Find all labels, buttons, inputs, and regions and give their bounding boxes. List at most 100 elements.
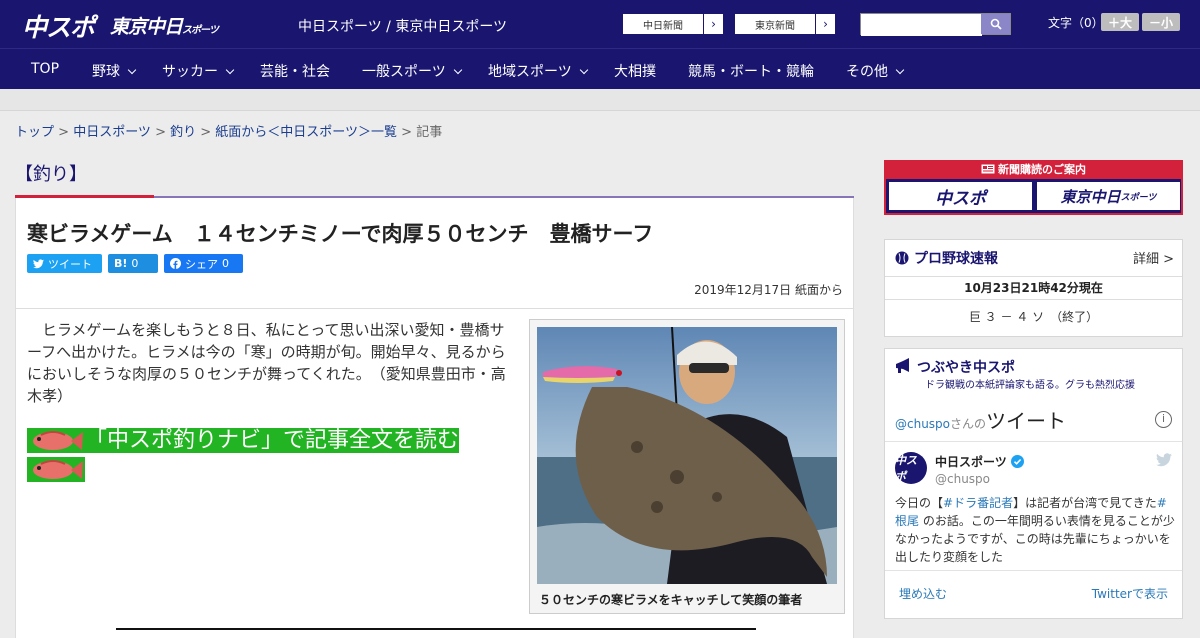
tokyo-chunichi-logo[interactable]: 東京中日スポーツ xyxy=(110,12,219,39)
search-input[interactable] xyxy=(861,16,982,36)
breadcrumb-top[interactable]: トップ xyxy=(15,125,54,140)
photo-caption: ５０センチの寒ビラメをキャッチして笑顔の筆者 xyxy=(539,593,803,607)
fishing-navi-link[interactable]: 「中スポ釣りナビ」で記事全文を読む xyxy=(27,426,502,484)
article-photo[interactable] xyxy=(537,327,837,584)
nav-general-sports-label: 一般スポーツ xyxy=(362,64,446,80)
nav-racing[interactable]: 競馬・ボート・競輪 xyxy=(688,61,814,81)
subscription-ad-title-text: 新聞購読のご案内 xyxy=(998,163,1086,176)
breadcrumb-chunichi-sports[interactable]: 中日スポーツ xyxy=(73,125,151,140)
breadcrumb: トップ > 中日スポーツ > 釣り > 紙面から＜中日スポーツ＞一覧 > 記事 xyxy=(15,121,442,140)
hatena-icon: B! xyxy=(114,257,128,270)
twitter-timeline-header: @chuspoさんのツイート xyxy=(895,405,1066,434)
twitter-account-handle[interactable]: @chuspo xyxy=(935,472,990,486)
embed-link[interactable]: 埋め込む xyxy=(899,585,947,602)
article-body: ヒラメゲームを楽しもうと８日、私にとって思い出深い愛知・豊橋サーフへ出かけた。ヒ… xyxy=(27,321,506,405)
tokyo-chunichi-logo-small: スポーツ xyxy=(182,25,219,36)
fishing-navi-highlight: 「中スポ釣りナビ」で記事全文を読む xyxy=(27,428,460,453)
nav-baseball-label: 野球 xyxy=(92,64,120,80)
flounder-angler-photo xyxy=(537,327,837,584)
main-nav: TOP 野球 サッカー 芸能・社会 一般スポーツ 地域スポーツ 大相撲 競馬・ボ… xyxy=(0,48,1200,89)
nav-racing-label: 競馬・ボート・競輪 xyxy=(688,64,814,80)
font-larger-button[interactable]: ＋大 xyxy=(1101,13,1139,31)
twitter-panel-subtitle: ドラ観戦の本紙評論家も語る。グラも熱烈応援 xyxy=(925,380,1135,391)
baseball-update-time: 10月23日21時42分現在 xyxy=(885,276,1182,300)
baseball-detail-link[interactable]: 詳細 > xyxy=(1133,248,1174,267)
tweet-text: 今日の【#ドラ番記者】は記者が台湾で見てきた#根尾 のお話。この一年間明るい表情… xyxy=(895,494,1177,566)
nav-entertainment-label: 芸能・社会 xyxy=(260,64,330,80)
breadcrumb-fishing[interactable]: 釣り xyxy=(170,125,196,140)
nav-general-sports[interactable]: 一般スポーツ xyxy=(362,61,462,81)
baseball-scores-panel: プロ野球速報 詳細 > 10月23日21時42分現在 巨 ３ － ４ ソ （終了… xyxy=(884,239,1183,337)
nav-top[interactable]: TOP xyxy=(31,61,59,77)
subscription-ad[interactable]: 新聞購読のご案内 中スポ 東京中日 スポーツ xyxy=(884,160,1183,215)
ad-band xyxy=(0,89,1200,111)
nav-entertainment[interactable]: 芸能・社会 xyxy=(260,61,330,81)
facebook-icon xyxy=(170,258,181,269)
red-snapper-icon xyxy=(33,431,83,450)
twitter-panel-footer: 埋め込む Twitterで表示 xyxy=(885,570,1182,610)
tokyo-chunichi-subscribe-text: 東京中日 xyxy=(1060,187,1121,206)
view-on-twitter-link[interactable]: Twitterで表示 xyxy=(1092,585,1168,602)
megaphone-icon xyxy=(896,358,909,373)
tokyo-shimbun-label: 東京新聞 xyxy=(755,20,795,32)
tweet-text-part: のお話。この一年間明るい表情を見ることが少なかったようですが、この時は先輩にちょ… xyxy=(895,514,1175,564)
baseball-panel-title: プロ野球速報 xyxy=(895,248,998,268)
twitter-account-name[interactable]: 中日スポーツ xyxy=(935,453,1024,470)
twitter-bird-icon xyxy=(1156,453,1172,467)
nav-soccer-label: サッカー xyxy=(162,64,218,80)
twitter-divider xyxy=(885,441,1182,442)
chevron-down-icon xyxy=(895,65,905,75)
newspaper-icon xyxy=(981,164,995,174)
hashtag-link[interactable]: #ドラ番記者 xyxy=(943,496,1013,510)
search-button[interactable] xyxy=(981,14,1010,34)
section-title: 【釣り】 xyxy=(15,164,87,185)
tokyo-chunichi-subscribe-logo[interactable]: 東京中日 スポーツ xyxy=(1037,182,1180,210)
tokyo-chunichi-subscribe-small: スポーツ xyxy=(1120,192,1157,203)
chuspo-subscribe-logo[interactable]: 中スポ xyxy=(889,182,1032,210)
hatena-count: 0 xyxy=(131,257,139,270)
breadcrumb-sep: > xyxy=(54,125,74,140)
chevron-right-icon: › xyxy=(703,14,723,34)
tweet-button[interactable]: ツイート xyxy=(27,254,102,273)
nav-other[interactable]: その他 xyxy=(846,61,905,81)
facebook-share-label: シェア xyxy=(185,257,218,271)
tokyo-shimbun-link[interactable]: 東京新聞 › xyxy=(734,13,836,35)
verified-badge-icon xyxy=(1010,455,1024,468)
facebook-share-button[interactable]: シェア 0 xyxy=(164,254,243,273)
chevron-right-icon: › xyxy=(815,14,835,34)
subscription-ad-title: 新聞購読のご案内 xyxy=(886,160,1181,179)
search-icon xyxy=(990,18,1002,30)
fishing-navi-label: 「中スポ釣りナビ」で記事全文を読む xyxy=(85,428,460,453)
tokyo-chunichi-logo-text: 東京中日 xyxy=(110,16,183,38)
nav-soccer[interactable]: サッカー xyxy=(162,61,235,81)
hatena-bookmark-button[interactable]: B! 0 xyxy=(108,254,158,273)
twitter-tweets-heading: ツイート xyxy=(986,409,1067,433)
chuspo-logo[interactable]: 中スポ xyxy=(22,8,95,44)
twitter-account-name-text: 中日スポーツ xyxy=(935,455,1007,469)
baseball-icon xyxy=(895,251,909,265)
nav-regional-sports[interactable]: 地域スポーツ xyxy=(488,61,588,81)
nav-sumo[interactable]: 大相撲 xyxy=(614,61,656,81)
chevron-down-icon xyxy=(453,65,462,75)
twitter-bird-icon xyxy=(33,258,44,268)
chunichi-shimbun-link[interactable]: 中日新聞 › xyxy=(622,13,724,35)
red-snapper-icon xyxy=(33,460,83,479)
chevron-down-icon xyxy=(225,65,235,75)
twitter-panel-title-text: つぶやき中スポ xyxy=(917,360,1015,376)
facebook-share-count: 0 xyxy=(222,257,229,270)
twitter-handle-link[interactable]: @chuspo xyxy=(895,417,950,431)
nav-baseball[interactable]: 野球 xyxy=(92,61,137,81)
breadcrumb-current: 記事 xyxy=(416,125,443,140)
chunichi-shimbun-label: 中日新聞 xyxy=(643,20,683,32)
tweet-text-part: 】は記者が台湾で見てきた xyxy=(1013,496,1157,510)
tweet-label: ツイート xyxy=(48,257,92,271)
top-header: 中スポ 東京中日スポーツ 中日スポーツ / 東京中日スポーツ 中日新聞 › 東京… xyxy=(0,0,1200,48)
nav-other-label: その他 xyxy=(846,64,888,80)
site-name: 中日スポーツ / 東京中日スポーツ xyxy=(298,19,508,35)
search-box xyxy=(860,13,1011,36)
font-smaller-button[interactable]: －小 xyxy=(1142,13,1180,31)
baseball-score[interactable]: 巨 ３ － ４ ソ （終了） xyxy=(885,308,1182,325)
breadcrumb-list[interactable]: 紙面から＜中日スポーツ＞一覧 xyxy=(215,125,397,140)
avatar[interactable]: 中スポ xyxy=(895,452,927,484)
info-icon[interactable]: i xyxy=(1155,411,1172,428)
